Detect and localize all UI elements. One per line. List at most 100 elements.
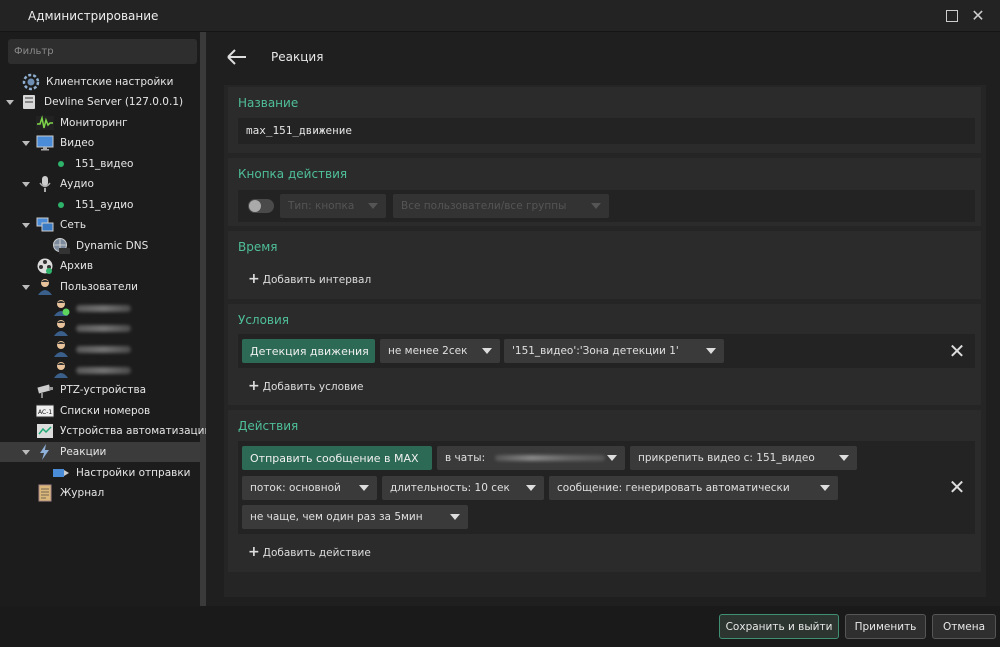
stream-select[interactable]: поток: основной — [242, 476, 377, 500]
duration-select[interactable]: длительность: 10 сек — [382, 476, 544, 500]
duration-select-label: длительность: 10 сек — [390, 482, 510, 494]
tree-item-user[interactable] — [52, 360, 131, 380]
tree-item-users[interactable]: Пользователи — [36, 277, 138, 297]
chevron-down-icon[interactable] — [22, 182, 30, 187]
license-plate-icon: AC-1 — [35, 402, 55, 420]
plus-icon: + — [248, 271, 260, 287]
chevron-down-icon — [839, 455, 849, 461]
monitor-icon — [36, 134, 54, 152]
film-reel-icon — [36, 257, 54, 275]
users-select-label: Все пользователи/все группы — [401, 200, 567, 212]
tree-item-label: Списки номеров — [60, 405, 151, 417]
chevron-down-icon[interactable] — [22, 141, 30, 146]
type-select[interactable]: Тип: кнопка — [280, 194, 386, 218]
chevron-down-icon — [607, 455, 617, 461]
chevron-down-icon[interactable] — [22, 450, 30, 455]
tree-item-archive[interactable]: Архив — [36, 256, 93, 276]
section-title: Название — [238, 96, 299, 110]
journal-icon — [36, 484, 54, 502]
condition-row: Детекция движения не менее 2сек '151_вид… — [238, 334, 975, 368]
add-condition-button[interactable]: + Добавить условие — [248, 378, 364, 394]
action-row: Отправить сообщение в MAX в чаты: прикре… — [238, 441, 975, 534]
add-interval-button[interactable]: + Добавить интервал — [248, 271, 371, 287]
chevron-down-icon — [526, 485, 536, 491]
save-and-exit-button[interactable]: Сохранить и выйти — [719, 614, 839, 639]
condition-type-button[interactable]: Детекция движения — [242, 339, 375, 363]
stream-select-label: поток: основной — [250, 482, 341, 494]
close-icon[interactable]: ✕ — [970, 8, 986, 24]
microphone-icon — [36, 175, 54, 193]
dns-globe-icon — [52, 237, 70, 255]
tree-item-label: 151_аудио — [75, 199, 134, 211]
tree-item-automation[interactable]: Устройства автоматизации — [36, 421, 211, 441]
gear-icon — [22, 73, 40, 91]
tree-item-user[interactable] — [52, 339, 131, 359]
tree-item-dynamic-dns[interactable]: Dynamic DNS — [52, 236, 148, 256]
tree-item-network[interactable]: Сеть — [36, 215, 86, 235]
redacted-user-name — [76, 324, 131, 332]
tree-item-server[interactable]: Devline Server (127.0.0.1) — [20, 92, 183, 112]
section-title: Условия — [238, 313, 290, 327]
action-button-toggle[interactable] — [248, 199, 274, 213]
chevron-down-icon — [706, 348, 716, 354]
tree-item-client-settings[interactable]: Клиентские настройки — [22, 72, 173, 92]
tree-item-audio-151[interactable]: 151_аудио — [52, 195, 133, 215]
redacted-user-name — [76, 304, 131, 312]
action-type-button[interactable]: Отправить сообщение в MAX — [242, 446, 432, 470]
tree-item-video-151[interactable]: 151_видео — [52, 154, 133, 174]
tree-item-ptz[interactable]: PTZ-устройства — [36, 380, 146, 400]
send-icon — [52, 464, 70, 482]
condition-duration-select[interactable]: не менее 2сек — [380, 339, 500, 363]
user-icon — [52, 319, 70, 337]
name-field[interactable]: max_151_движение — [238, 118, 975, 144]
sidebar: Клиентские настройки Devline Server (127… — [0, 32, 211, 606]
svg-text:AC-1: AC-1 — [38, 409, 52, 416]
back-arrow-icon[interactable] — [226, 46, 248, 68]
tree-item-audio[interactable]: Аудио — [36, 174, 94, 194]
maximize-icon[interactable] — [944, 8, 960, 24]
users-select[interactable]: Все пользователи/все группы — [393, 194, 609, 218]
tree-item-label: Видео — [60, 137, 95, 149]
tree-item-send-settings[interactable]: Настройки отправки — [52, 463, 191, 483]
chevron-down-icon[interactable] — [22, 285, 30, 290]
cancel-button[interactable]: Отмена — [932, 614, 996, 639]
apply-button[interactable]: Применить — [845, 614, 926, 639]
chevron-down-icon — [450, 514, 460, 520]
tree-item-video[interactable]: Видео — [36, 133, 94, 153]
add-action-button[interactable]: + Добавить действие — [248, 544, 371, 560]
tree-item-label: Сеть — [60, 219, 87, 231]
tree-item-user[interactable] — [52, 298, 131, 318]
tree-item-label: Журнал — [60, 487, 105, 499]
frequency-select[interactable]: не чаще, чем один раз за 5мин — [242, 505, 468, 529]
condition-zone-select[interactable]: '151_видео':'Зона детекции 1' — [504, 339, 724, 363]
page-title: Реакция — [271, 50, 324, 64]
tree-item-label: Архив — [60, 260, 94, 272]
attach-video-select[interactable]: прикрепить видео с: 151_видео — [630, 446, 857, 470]
tree-item-user[interactable] — [52, 318, 131, 338]
status-dot — [58, 202, 64, 208]
remove-action-icon[interactable]: ✕ — [948, 477, 966, 497]
filter-input[interactable] — [8, 39, 197, 64]
action-type-label: Отправить сообщение в MAX — [250, 451, 419, 465]
tree-item-label: Реакции — [60, 446, 107, 458]
condition-zone-label: '151_видео':'Зона детекции 1' — [512, 345, 679, 357]
tree-item-monitoring[interactable]: Мониторинг — [36, 113, 128, 133]
status-dot — [58, 161, 64, 167]
action-button-section: Кнопка действия Тип: кнопка Все пользова… — [228, 158, 981, 226]
chats-select[interactable]: в чаты: — [437, 446, 625, 470]
section-title: Время — [238, 240, 278, 254]
tree-item-label: PTZ-устройства — [60, 384, 147, 396]
tree-item-plate-lists[interactable]: AC-1 Списки номеров — [35, 401, 151, 421]
name-section: Название max_151_движение — [228, 87, 981, 153]
tree-item-journal[interactable]: Журнал — [36, 483, 104, 503]
remove-condition-icon[interactable]: ✕ — [948, 341, 966, 361]
users-icon — [36, 278, 54, 296]
tree-item-label: Клиентские настройки — [46, 76, 174, 88]
condition-type-label: Детекция движения — [250, 344, 369, 358]
chevron-down-icon[interactable] — [22, 223, 30, 228]
automation-icon — [36, 422, 54, 440]
chevron-down-icon[interactable] — [6, 100, 14, 105]
message-select[interactable]: сообщение: генерировать автоматически — [549, 476, 838, 500]
tree-item-reactions[interactable]: Реакции — [0, 442, 200, 462]
conditions-section: Условия Детекция движения не менее 2сек … — [228, 304, 981, 405]
